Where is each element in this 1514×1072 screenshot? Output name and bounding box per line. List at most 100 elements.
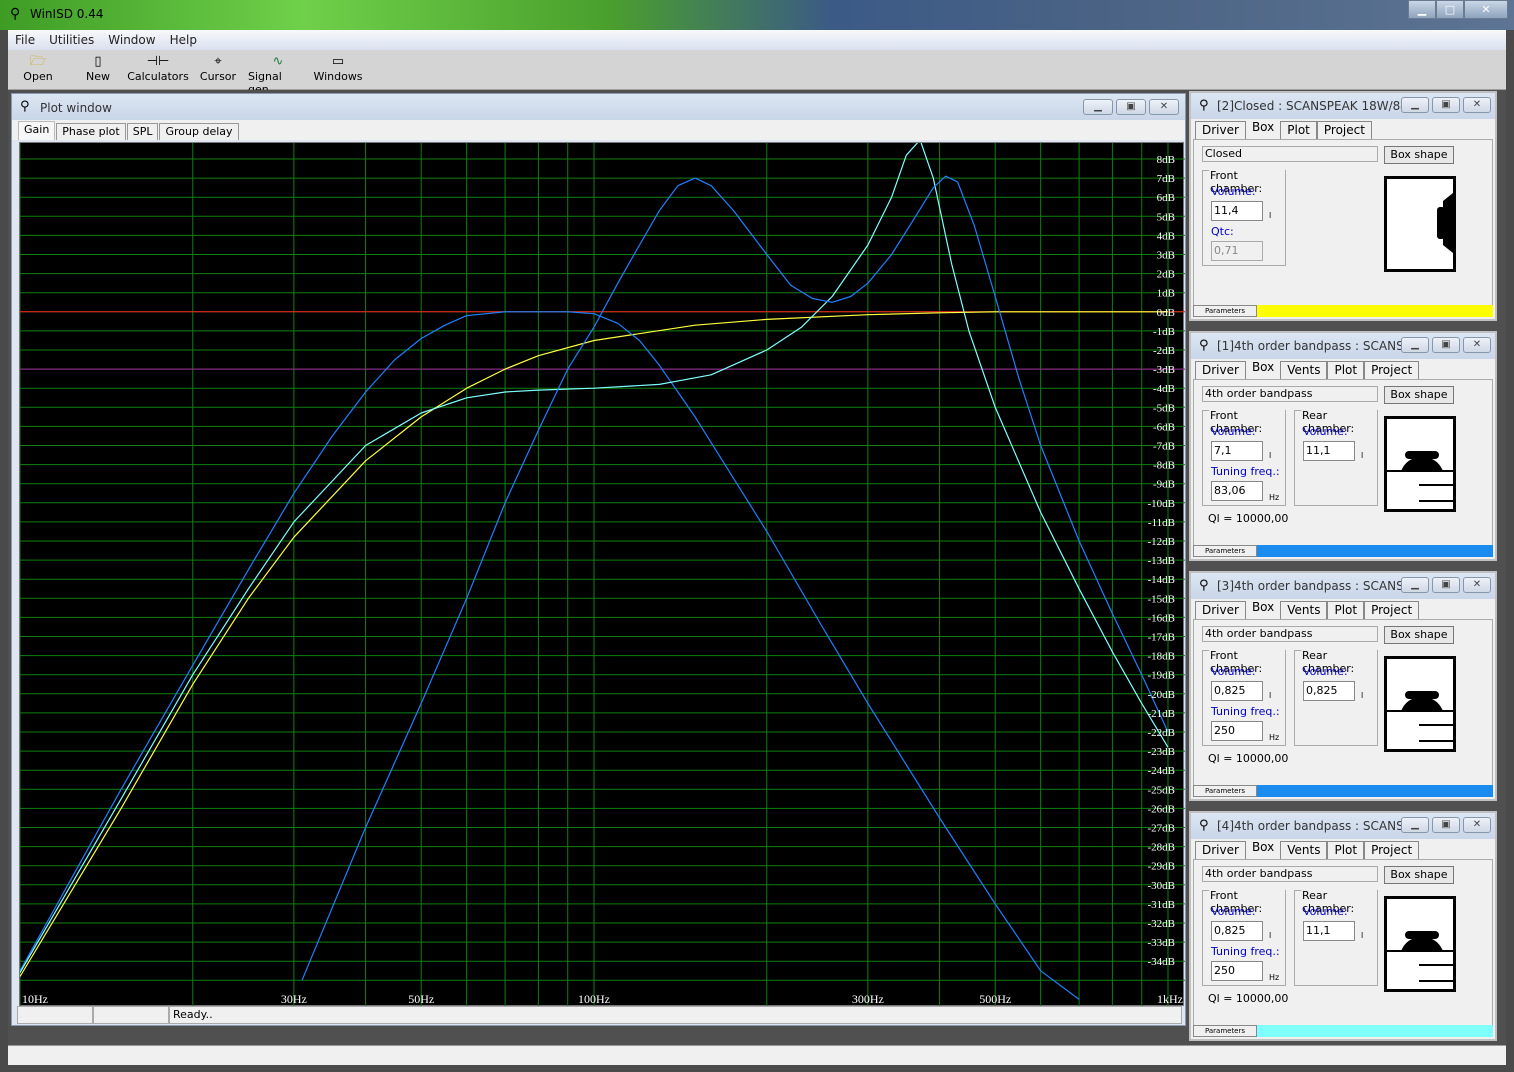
- menu-help[interactable]: Help: [163, 33, 204, 47]
- y-tick-label: -7dB: [1153, 441, 1175, 453]
- front-volume-input[interactable]: 0,825: [1211, 681, 1263, 701]
- parameters-button[interactable]: Parameters: [1193, 305, 1257, 317]
- front-second-input[interactable]: 0,71: [1211, 241, 1263, 261]
- project-color-bar[interactable]: [1257, 305, 1493, 317]
- front-volume-input[interactable]: 7,1: [1211, 441, 1263, 461]
- toolbar-calculators-button[interactable]: ⊣⊢ Calculators: [127, 50, 189, 90]
- maximize-button[interactable]: □: [1436, 0, 1464, 19]
- toolbar-cursor-button[interactable]: ⌖ Cursor: [188, 50, 248, 90]
- project-minimize-button[interactable]: ▁: [1401, 337, 1429, 353]
- project-minimize-button[interactable]: ▁: [1401, 97, 1429, 113]
- project-maximize-button[interactable]: ▣: [1432, 817, 1460, 833]
- front-volume-unit: l: [1269, 451, 1272, 460]
- plot-maximize-button[interactable]: ▣: [1116, 99, 1146, 115]
- close-button[interactable]: ✕: [1464, 0, 1508, 19]
- project-tab-vents[interactable]: Vents: [1280, 841, 1328, 859]
- project-tab-project[interactable]: Project: [1316, 121, 1372, 139]
- front-second-unit: Hz: [1269, 493, 1280, 502]
- plot-window-titlebar[interactable]: ⚲ Plot window ▁ ▣ ✕: [12, 94, 1185, 120]
- toolbar-new-button[interactable]: ▯ New: [68, 50, 128, 90]
- project-icon: ⚲: [1199, 98, 1209, 113]
- toolbar-windows-button[interactable]: ▭ Windows: [308, 50, 368, 90]
- project-title: [1]4th order bandpass : SCANSP...: [1217, 339, 1421, 353]
- y-tick-label: -29dB: [1148, 861, 1176, 873]
- project-close-button[interactable]: ✕: [1463, 577, 1491, 593]
- tab-group-delay[interactable]: Group delay: [159, 123, 239, 140]
- project-minimize-button[interactable]: ▁: [1401, 817, 1429, 833]
- menu-utilities[interactable]: Utilities: [42, 33, 101, 47]
- project-tab-plot[interactable]: Plot: [1327, 361, 1365, 379]
- box-shape-button[interactable]: Box shape: [1384, 866, 1454, 884]
- rear-volume-input[interactable]: 11,1: [1303, 921, 1355, 941]
- project-tab-project[interactable]: Project: [1364, 601, 1420, 619]
- project-minimize-button[interactable]: ▁: [1401, 577, 1429, 593]
- project-tab-box[interactable]: Box: [1245, 839, 1281, 859]
- front-second-input[interactable]: 250: [1211, 721, 1263, 741]
- bandpass-box-shape-icon: [1387, 451, 1453, 502]
- project-window: ⚲ [4]4th order bandpass : SCANSP... ▁ ▣ …: [1189, 811, 1497, 1041]
- box-shape-button[interactable]: Box shape: [1384, 146, 1454, 164]
- project-close-button[interactable]: ✕: [1463, 97, 1491, 113]
- project-tab-driver[interactable]: Driver: [1195, 841, 1246, 859]
- box-shape-button[interactable]: Box shape: [1384, 386, 1454, 404]
- parameters-button[interactable]: Parameters: [1193, 785, 1257, 797]
- project-tab-box[interactable]: Box: [1245, 359, 1281, 379]
- parameters-button[interactable]: Parameters: [1193, 545, 1257, 557]
- project-close-button[interactable]: ✕: [1463, 817, 1491, 833]
- plot-minimize-button[interactable]: ▁: [1083, 99, 1113, 115]
- box-type-field[interactable]: 4th order bandpass: [1202, 386, 1378, 402]
- rear-volume-input[interactable]: 0,825: [1303, 681, 1355, 701]
- box-type-field[interactable]: Closed: [1202, 146, 1378, 162]
- box-shape-button[interactable]: Box shape: [1384, 626, 1454, 644]
- project-titlebar[interactable]: ⚲ [1]4th order bandpass : SCANSP... ▁ ▣ …: [1191, 333, 1495, 359]
- project-color-bar[interactable]: [1257, 545, 1493, 557]
- tab-gain[interactable]: Gain: [18, 121, 56, 140]
- project-color-bar[interactable]: [1257, 785, 1493, 797]
- front-second-input[interactable]: 250: [1211, 961, 1263, 981]
- project-maximize-button[interactable]: ▣: [1432, 577, 1460, 593]
- tab-spl[interactable]: SPL: [126, 123, 159, 140]
- project-tab-box[interactable]: Box: [1245, 119, 1281, 139]
- rear-volume-input[interactable]: 11,1: [1303, 441, 1355, 461]
- project-maximize-button[interactable]: ▣: [1432, 337, 1460, 353]
- box-type-field[interactable]: 4th order bandpass: [1202, 626, 1378, 642]
- front-second-unit: Hz: [1269, 973, 1280, 982]
- parameters-button[interactable]: Parameters: [1193, 1025, 1257, 1037]
- project-titlebar[interactable]: ⚲ [2]Closed : SCANSPEAK 18W/84... ▁ ▣ ✕: [1191, 93, 1495, 119]
- toolbar-signal-gen-button[interactable]: ∿Signal gen.: [248, 50, 308, 96]
- x-tick-label: 300Hz: [852, 992, 884, 1006]
- project-tab-vents[interactable]: Vents: [1280, 361, 1328, 379]
- box-type-field[interactable]: 4th order bandpass: [1202, 866, 1378, 882]
- project-tab-plot[interactable]: Plot: [1327, 601, 1365, 619]
- closed-box-shape-icon: [1437, 193, 1453, 253]
- project-tab-driver[interactable]: Driver: [1195, 361, 1246, 379]
- project-tab-project[interactable]: Project: [1364, 361, 1420, 379]
- project-tab-plot[interactable]: Plot: [1280, 121, 1317, 139]
- bandpass-box-shape-icon: [1387, 691, 1453, 742]
- menu-file[interactable]: File: [8, 33, 42, 47]
- front-volume-input[interactable]: 0,825: [1211, 921, 1263, 941]
- minimize-button[interactable]: ▁: [1408, 0, 1436, 19]
- tab-phase-plot[interactable]: Phase plot: [56, 123, 126, 140]
- project-color-bar[interactable]: [1257, 1025, 1493, 1037]
- project-tab-project[interactable]: Project: [1364, 841, 1420, 859]
- project-maximize-button[interactable]: ▣: [1432, 97, 1460, 113]
- project-close-button[interactable]: ✕: [1463, 337, 1491, 353]
- front-volume-input[interactable]: 11,4: [1211, 201, 1263, 221]
- project-tab-plot[interactable]: Plot: [1327, 841, 1365, 859]
- project-tab-vents[interactable]: Vents: [1280, 601, 1328, 619]
- front-second-input[interactable]: 83,06: [1211, 481, 1263, 501]
- menu-window[interactable]: Window: [101, 33, 162, 47]
- project-tab-driver[interactable]: Driver: [1195, 601, 1246, 619]
- project-tab-driver[interactable]: Driver: [1195, 121, 1246, 139]
- project-tab-box[interactable]: Box: [1245, 599, 1281, 619]
- series-line-4: [301, 175, 1169, 981]
- project-titlebar[interactable]: ⚲ [4]4th order bandpass : SCANSP... ▁ ▣ …: [1191, 813, 1495, 839]
- plot-close-button[interactable]: ✕: [1149, 99, 1179, 115]
- front-volume-unit: l: [1269, 691, 1272, 700]
- project-titlebar[interactable]: ⚲ [3]4th order bandpass : SCANSP... ▁ ▣ …: [1191, 573, 1495, 599]
- toolbar-open-button[interactable]: 🗁 Open: [8, 50, 68, 90]
- gain-plot[interactable]: 8dB 7dB 6dB 5dB 4dB 3dB 2dB 1dB 0dB -1dB -2dB -3dB -…: [19, 139, 1185, 1007]
- calculators-icon: ⊣⊢: [146, 54, 170, 69]
- y-tick-label: -20dB: [1148, 689, 1176, 701]
